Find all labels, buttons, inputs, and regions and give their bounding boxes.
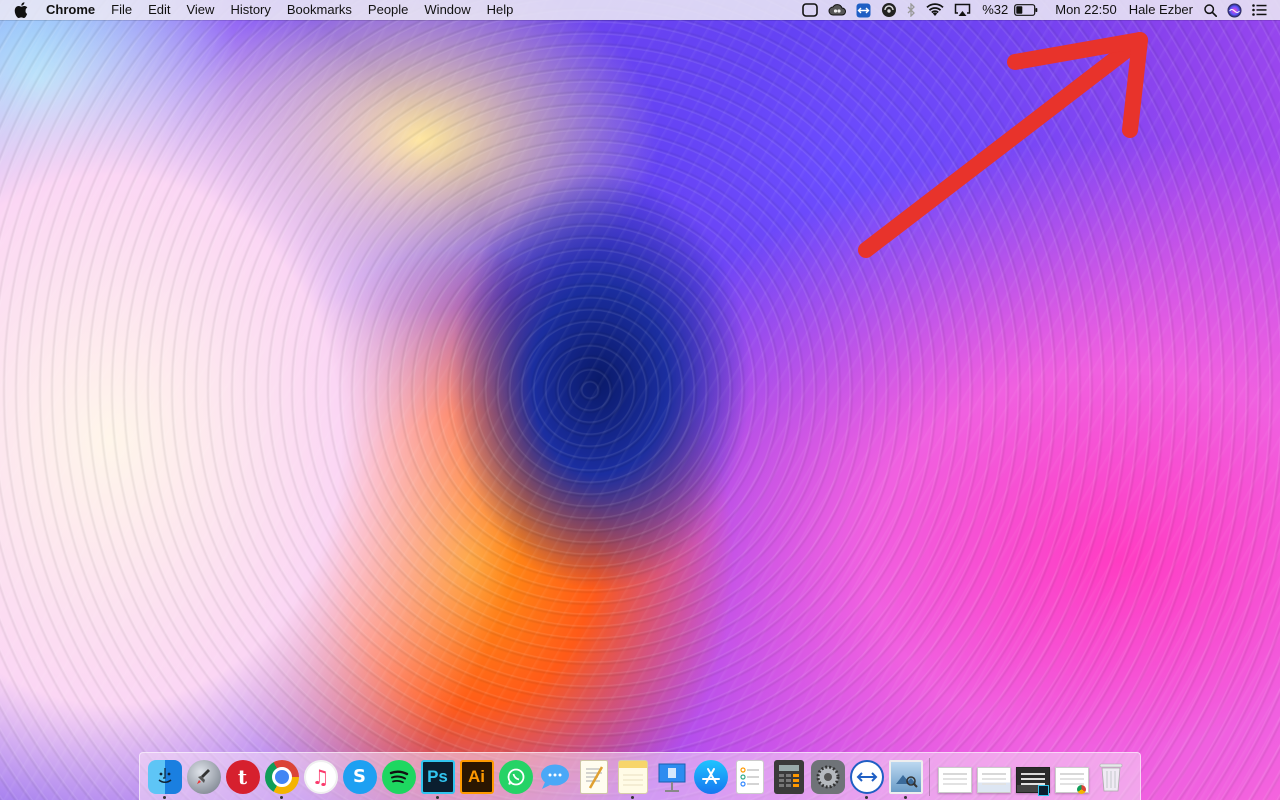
app-store-icon xyxy=(693,759,728,794)
running-indicator xyxy=(436,795,439,799)
shazam-icon: S xyxy=(342,759,377,794)
running-indicator xyxy=(163,795,166,799)
running-indicator xyxy=(280,795,283,799)
dock-document-1[interactable] xyxy=(935,755,974,799)
document-thumbnail-icon xyxy=(937,766,972,793)
apple-menu-button[interactable] xyxy=(0,2,42,18)
menu-window[interactable]: Window xyxy=(416,0,478,20)
dock-document-photoshop-window[interactable] xyxy=(1013,755,1052,799)
dock-item-finder[interactable] xyxy=(145,755,184,799)
dock-item-notes[interactable] xyxy=(613,755,652,799)
dock-document-chrome-window[interactable] xyxy=(1052,755,1091,799)
spotify-icon xyxy=(381,759,416,794)
airplay-icon[interactable] xyxy=(954,0,971,20)
scanner-icon[interactable] xyxy=(881,0,897,20)
dock-item-teamviewer[interactable] xyxy=(847,755,886,799)
whatsapp-icon xyxy=(498,759,533,794)
dock-item-calculator[interactable] xyxy=(769,755,808,799)
dock-item-system-preferences[interactable] xyxy=(808,755,847,799)
chrome-icon xyxy=(264,759,299,794)
dock-item-reminders[interactable] xyxy=(730,755,769,799)
spotlight-search-icon[interactable] xyxy=(1204,0,1217,20)
chrome-badge-icon xyxy=(1077,784,1086,794)
siri-icon[interactable] xyxy=(1227,0,1242,20)
dock-item-itunes[interactable]: ♫ xyxy=(301,755,340,799)
menu-history[interactable]: History xyxy=(222,0,278,20)
dock-item-tumblr[interactable]: t xyxy=(223,755,262,799)
document-thumbnail-icon xyxy=(976,766,1011,793)
dock-item-launchpad[interactable] xyxy=(184,755,223,799)
menu-help[interactable]: Help xyxy=(479,0,522,20)
dock-item-chrome[interactable] xyxy=(262,755,301,799)
textedit-icon xyxy=(579,759,608,794)
notes-icon xyxy=(617,759,648,794)
launchpad-icon xyxy=(186,759,221,794)
menu-file[interactable]: File xyxy=(103,0,140,20)
menu-view[interactable]: View xyxy=(178,0,222,20)
teamviewer-icon[interactable] xyxy=(856,0,871,20)
reminders-icon xyxy=(735,759,764,794)
dock-item-textedit[interactable] xyxy=(574,755,613,799)
itunes-icon: ♫ xyxy=(303,759,338,794)
preview-icon xyxy=(888,759,923,794)
dock-item-preview[interactable] xyxy=(886,755,925,799)
dock-item-photoshop[interactable]: Ps xyxy=(418,755,457,799)
dock-separator xyxy=(929,757,930,796)
finder-icon xyxy=(147,759,182,794)
running-indicator xyxy=(904,795,907,799)
annotation-arrow xyxy=(858,32,1148,258)
screen-record-icon[interactable] xyxy=(802,0,819,20)
bluetooth-icon[interactable] xyxy=(907,0,916,20)
battery-icon[interactable] xyxy=(1014,0,1038,20)
photoshop-badge-icon xyxy=(1038,784,1049,796)
dock-item-app-store[interactable] xyxy=(691,755,730,799)
keynote-icon xyxy=(655,760,689,794)
dock-item-keynote[interactable] xyxy=(652,755,691,799)
apple-logo-icon xyxy=(14,2,28,18)
menu-people[interactable]: People xyxy=(360,0,416,20)
notification-center-icon[interactable] xyxy=(1252,0,1267,20)
running-indicator xyxy=(631,795,634,799)
menu-edit[interactable]: Edit xyxy=(140,0,178,20)
app-menu-chrome[interactable]: Chrome xyxy=(42,0,103,20)
dock-item-messages[interactable] xyxy=(535,755,574,799)
photoshop-icon: Ps xyxy=(420,759,455,794)
teamviewer-icon xyxy=(849,759,884,794)
illustrator-icon: Ai xyxy=(459,759,494,794)
dock: t ♫ S Ps Ai xyxy=(139,752,1141,800)
system-preferences-icon xyxy=(810,759,845,794)
battery-percentage[interactable]: %32 xyxy=(982,0,1008,20)
messages-icon xyxy=(538,760,572,794)
trash-icon xyxy=(1094,760,1128,794)
dock-item-trash[interactable] xyxy=(1091,755,1130,799)
fast-user-switching[interactable]: Hale Ezber xyxy=(1129,0,1193,20)
calculator-icon xyxy=(773,759,804,794)
wifi-icon[interactable] xyxy=(926,0,944,20)
dock-item-illustrator[interactable]: Ai xyxy=(457,755,496,799)
creative-cloud-icon[interactable] xyxy=(828,0,847,20)
menu-bar: Chrome File Edit View History Bookmarks … xyxy=(0,0,1280,20)
tumblr-icon: t xyxy=(225,759,260,794)
dock-document-2[interactable] xyxy=(974,755,1013,799)
menu-bookmarks[interactable]: Bookmarks xyxy=(279,0,360,20)
menubar-clock[interactable]: Mon 22:50 xyxy=(1055,0,1116,20)
dock-item-spotify[interactable] xyxy=(379,755,418,799)
dock-item-whatsapp[interactable] xyxy=(496,755,535,799)
running-indicator xyxy=(865,795,868,799)
dock-item-shazam[interactable]: S xyxy=(340,755,379,799)
